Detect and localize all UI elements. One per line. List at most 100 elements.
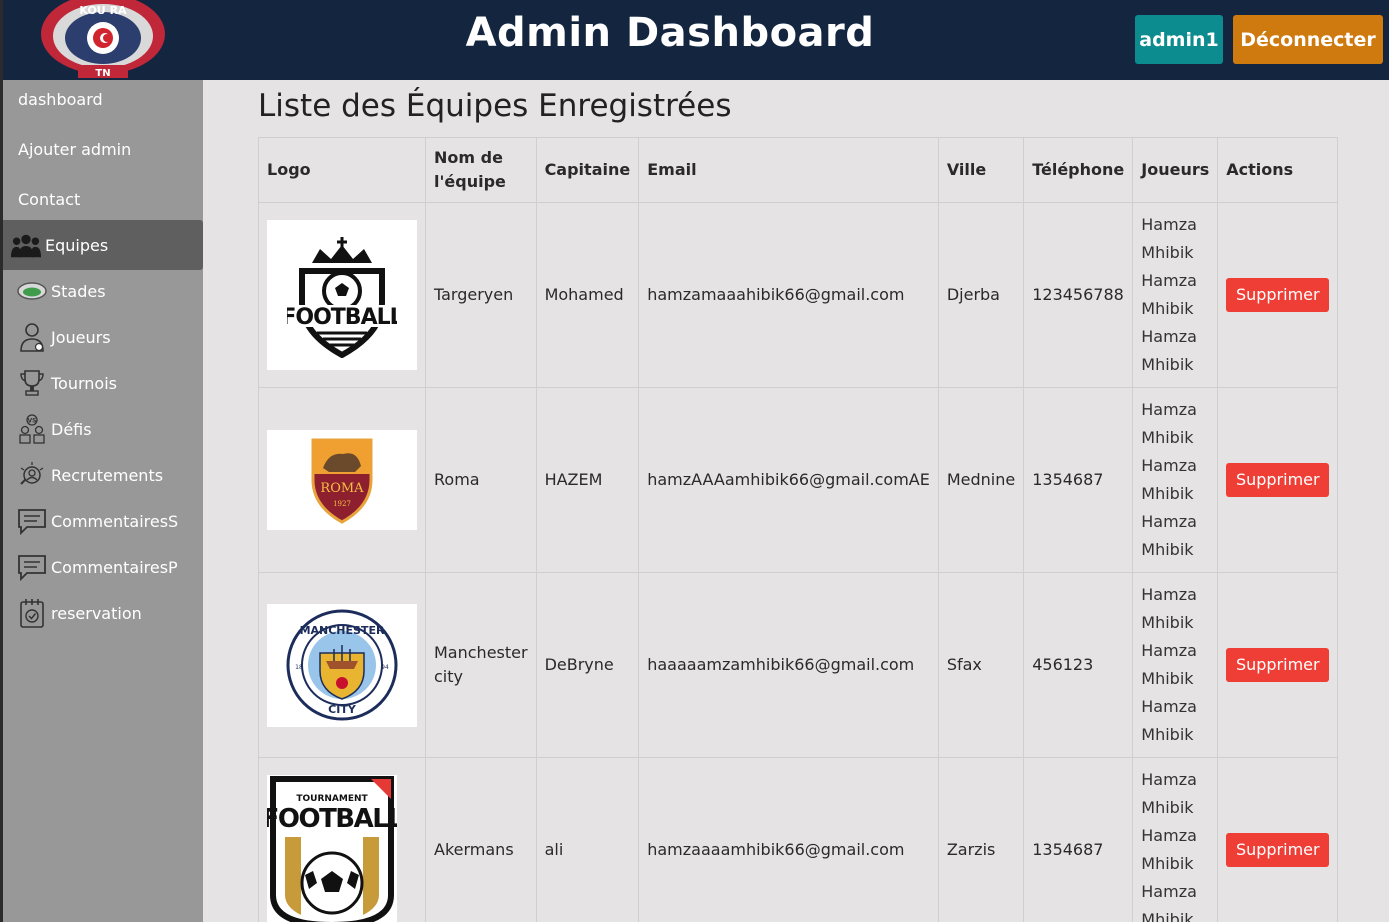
players-cell: Hamza Mhibik Hamza Mhibik Hamza Mhibik [1132,202,1219,388]
email-cell: haaaaamzamhibik66@gmail.com [638,572,939,758]
team-logo-cell: MANCHESTER CITY 18 94 [258,572,426,758]
column-header-actions: Actions [1217,137,1339,203]
column-header-name: Nom de l'équipe [425,137,537,203]
users-group-icon [11,230,41,260]
sidebar-item-label: Défis [51,419,92,439]
svg-text:VS: VS [28,418,37,425]
table-row: FOOTBALL Targeryen Mohamed hamzamaaahibi… [258,202,1339,388]
sidebar-item-defis[interactable]: VS Défis [3,414,203,444]
sidebar-item-label: dashboard [18,89,103,109]
table-row: TOURNAMENT FOOTBALL Akermans ali hamzaaa… [258,757,1339,922]
sidebar-item-equipes[interactable]: Equipes [3,220,203,270]
captain-cell: HAZEM [535,387,640,573]
player-name: Hamza Mhibik [1141,585,1197,632]
svg-text:TN: TN [95,68,110,78]
sidebar-item-reservation[interactable]: reservation [3,598,203,628]
sidebar-item-tournois[interactable]: Tournois [3,368,203,398]
city-cell: Djerba [937,202,1025,388]
phone-cell: 1354687 [1023,757,1134,922]
phone-cell: 1354687 [1023,387,1134,573]
calendar-check-icon [17,598,47,628]
stadium-icon [17,276,47,306]
city-cell: Sfax [937,572,1025,758]
player-name: Hamza Mhibik [1141,456,1197,503]
sidebar-item-commentaires-s[interactable]: CommentairesS [3,506,203,536]
svg-text:94: 94 [381,664,389,671]
teams-table: Logo Nom de l'équipe Capitaine Email Vil… [258,137,1339,922]
recruitment-icon [17,460,47,490]
football-crest-logo: FOOTBALL [267,220,417,370]
player-name: Hamza Mhibik [1141,327,1197,374]
team-name-cell: Targeryen [425,202,537,388]
player-icon [17,322,47,352]
table-header-row: Logo Nom de l'équipe Capitaine Email Vil… [258,137,1339,203]
sidebar-item-label: Joueurs [51,327,111,347]
svg-text:FOOTBALL: FOOTBALL [267,804,397,834]
comment-icon [17,552,47,582]
sidebar-item-ajouter-admin[interactable]: Ajouter admin [3,134,203,164]
captain-cell: ali [535,757,640,922]
email-cell: hamzAAAamhibik66@gmail.comAE [638,387,939,573]
table-row: MANCHESTER CITY 18 94 Manchester city De… [258,572,1339,758]
comment-icon [17,506,47,536]
delete-button[interactable]: Supprimer [1226,648,1330,682]
svg-text:1927: 1927 [333,500,351,508]
actions-cell: Supprimer [1217,572,1339,758]
actions-cell: Supprimer [1217,757,1339,922]
sidebar-item-joueurs[interactable]: Joueurs [3,322,203,352]
page-title: Liste des Équipes Enregistrées [258,88,732,124]
player-name: Hamza Mhibik [1141,512,1197,559]
svg-text:CITY: CITY [328,703,357,716]
column-header-phone: Téléphone [1023,137,1134,203]
sidebar: dashboard Ajouter admin Contact Equipes … [3,80,203,922]
roma-logo: ROMA 1927 [267,430,417,530]
sidebar-item-label: Stades [51,281,106,301]
players-cell: Hamza Mhibik Hamza Mhibik Hamza Mhibik [1132,387,1219,573]
email-cell: hamzamaaahibik66@gmail.com [638,202,939,388]
captain-cell: Mohamed [535,202,640,388]
sidebar-item-label: CommentairesP [51,557,178,577]
team-logo-cell: TOURNAMENT FOOTBALL [258,757,426,922]
delete-button[interactable]: Supprimer [1226,278,1330,312]
players-cell: Hamza Mhibik Hamza Mhibik Hamza Mhibik [1132,757,1219,922]
column-header-players: Joueurs [1132,137,1219,203]
player-name: Hamza Mhibik [1141,400,1197,447]
tournament-football-logo: TOURNAMENT FOOTBALL [267,775,397,922]
player-name: Hamza Mhibik [1141,697,1197,744]
delete-button[interactable]: Supprimer [1226,833,1330,867]
sidebar-item-recrutements[interactable]: Recrutements [3,460,203,490]
logout-button[interactable]: Déconnecter [1233,15,1383,64]
top-header: KOU RA TN Admin Dashboard admin1 Déconne… [0,0,1389,80]
team-name-cell: Manchester city [425,572,537,758]
svg-text:FOOTBALL: FOOTBALL [287,305,397,330]
svg-text:TOURNAMENT: TOURNAMENT [296,794,368,804]
team-logo-cell: FOOTBALL [258,202,426,388]
delete-button[interactable]: Supprimer [1226,463,1330,497]
sidebar-item-label: CommentairesS [51,511,179,531]
actions-cell: Supprimer [1217,202,1339,388]
svg-text:MANCHESTER: MANCHESTER [300,624,385,637]
sidebar-item-contact[interactable]: Contact [3,184,203,214]
sidebar-item-stades[interactable]: Stades [3,276,203,306]
actions-cell: Supprimer [1217,387,1339,573]
sidebar-item-label: Ajouter admin [18,139,132,159]
column-header-email: Email [638,137,939,203]
captain-cell: DeBryne [535,572,640,758]
player-name: Hamza Mhibik [1141,271,1197,318]
city-cell: Mednine [937,387,1025,573]
manchester-city-logo: MANCHESTER CITY 18 94 [267,603,417,727]
sidebar-item-label: Tournois [51,373,117,393]
versus-icon: VS [17,414,47,444]
sidebar-item-dashboard[interactable]: dashboard [3,84,203,114]
sidebar-item-label: reservation [51,603,142,623]
column-header-city: Ville [937,137,1025,203]
phone-cell: 456123 [1023,572,1134,758]
table-row: ROMA 1927 Roma HAZEM hamzAAAamhibik66@gm… [258,387,1339,573]
players-cell: Hamza Mhibik Hamza Mhibik Hamza Mhibik [1132,572,1219,758]
admin-user-button[interactable]: admin1 [1135,15,1223,64]
player-name: Hamza Mhibik [1141,215,1197,262]
player-name: Hamza Mhibik [1141,826,1197,873]
sidebar-item-commentaires-p[interactable]: CommentairesP [3,552,203,582]
trophy-icon [17,368,47,398]
sidebar-item-label: Contact [18,189,81,209]
